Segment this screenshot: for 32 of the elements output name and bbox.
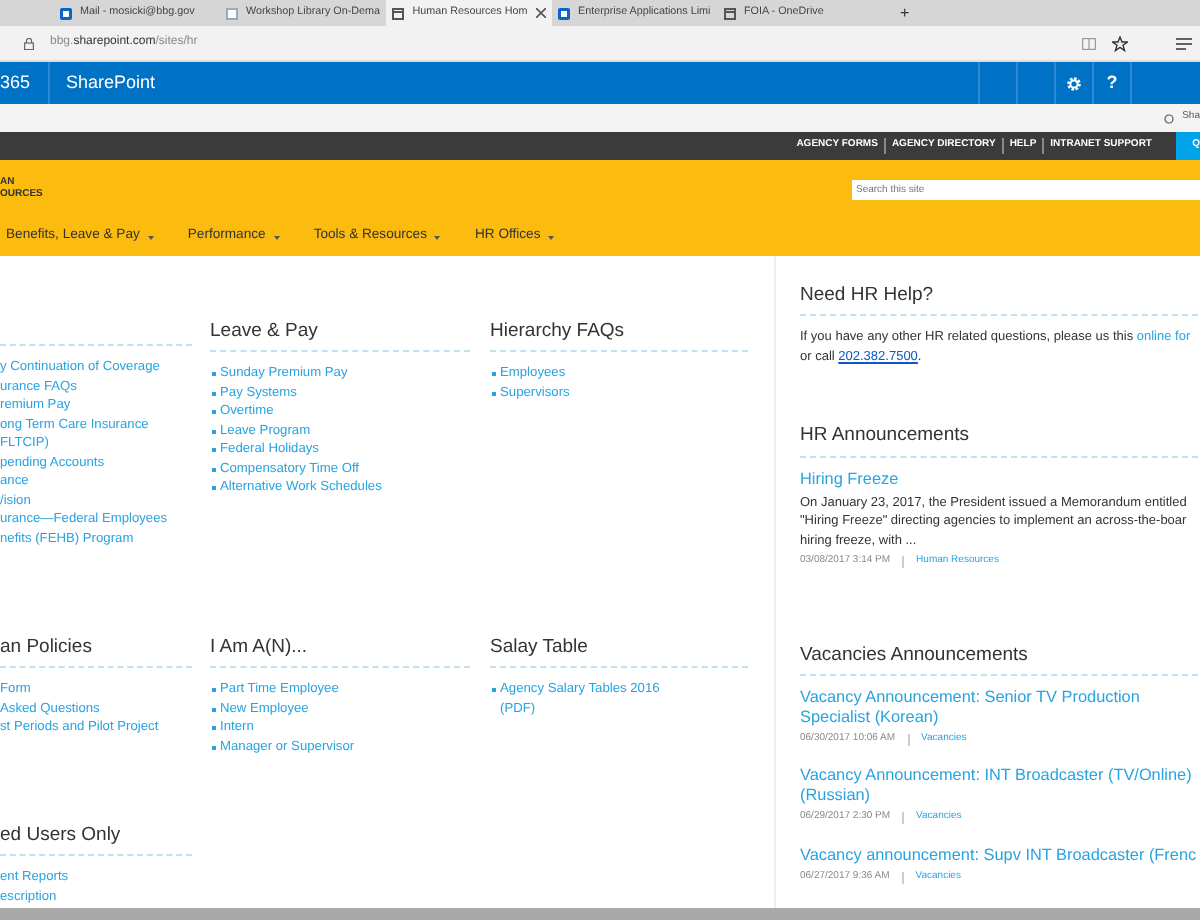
new-tab-button[interactable]: + [900, 1, 910, 25]
share-icon [1164, 113, 1175, 123]
app-name[interactable]: SharePoint [66, 69, 156, 97]
post-title[interactable]: Vacancy Announcement: Senior TV Production Specialist (Korean) [800, 687, 1198, 728]
section-heading: I Am A(N)... [210, 634, 470, 669]
caret-icon [434, 235, 441, 239]
page-icon [226, 7, 238, 19]
post-title[interactable]: Vacancy Announcement: INT Broadcaster (TV/Online) (Russian) [800, 766, 1198, 807]
scroll-bar[interactable] [0, 908, 1200, 920]
star-icon [1112, 35, 1128, 51]
section-heading: Need HR Help? [800, 282, 1198, 317]
section-heading: Leave & Pay [210, 318, 470, 353]
section-heading: an Policies [0, 634, 192, 669]
window-icon [724, 7, 736, 19]
section-heading: ed Users Only [0, 822, 192, 857]
caret-icon [147, 235, 154, 239]
book-icon [1082, 37, 1096, 49]
menu-icon [1176, 37, 1192, 49]
section-heading: Hierarchy FAQs [490, 318, 748, 353]
mail-icon [60, 7, 72, 19]
caret-icon [548, 235, 555, 239]
section-heading: HR Announcements [800, 422, 1198, 457]
close-icon [536, 8, 546, 18]
window-icon [392, 7, 404, 19]
settings-icon [1066, 75, 1082, 91]
post-title[interactable]: Hiring Freeze [800, 469, 1198, 489]
mail-icon [558, 7, 570, 19]
lock-icon [24, 37, 34, 49]
post-title[interactable]: Vacancy announcement: Supv INT Broadcaster (Frenc [800, 845, 1198, 866]
section-heading: Vacancies Announcements [800, 641, 1198, 676]
caret-icon [273, 235, 280, 239]
section-heading: Salay Table [490, 634, 748, 669]
